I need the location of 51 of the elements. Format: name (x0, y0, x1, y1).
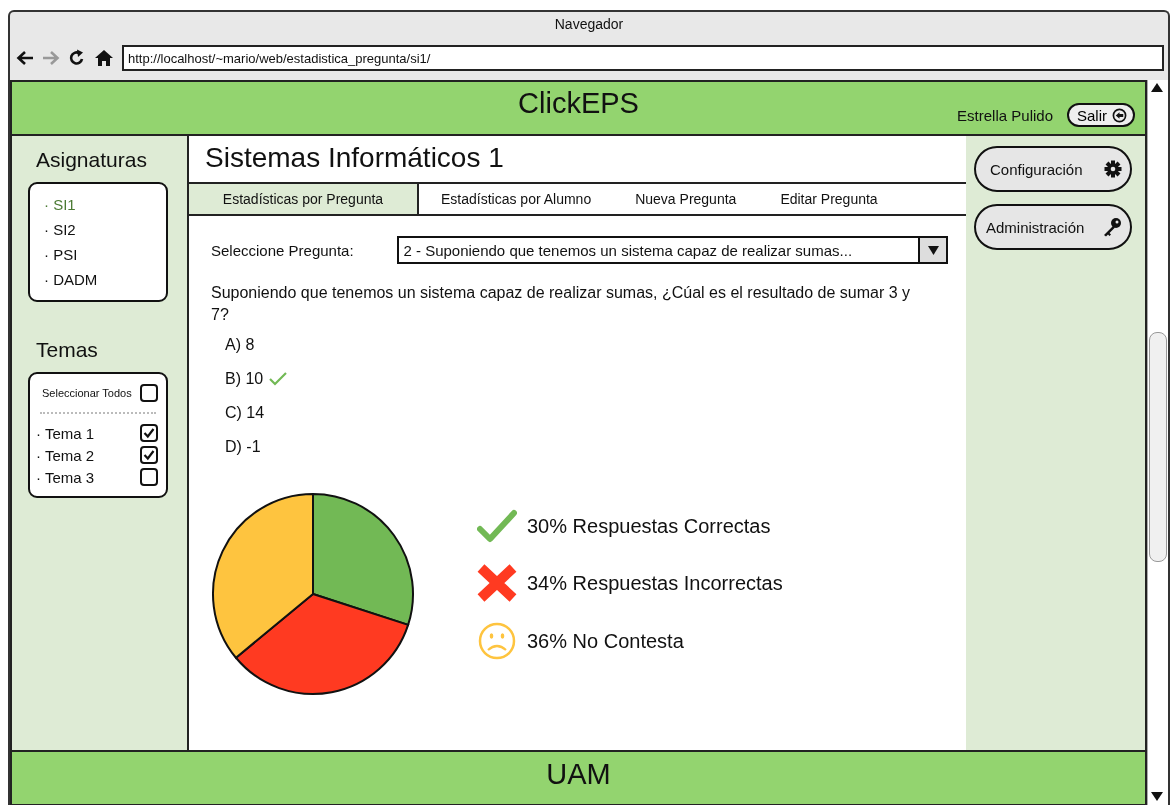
legend-label: 30% Respuestas Correctas (527, 514, 771, 538)
cross-icon (477, 564, 517, 602)
legend-label: 36% No Contesta (527, 629, 684, 653)
dropdown-arrow-icon (927, 245, 939, 255)
answer-option: C) 14 (225, 404, 265, 422)
subject-link[interactable]: · DADM (30, 267, 166, 292)
address-field[interactable]: http://localhost/~mario/web/estadistica_pregunta/si1/ (122, 45, 1164, 71)
scroll-up-icon[interactable] (1151, 83, 1163, 93)
checkbox[interactable] (140, 468, 158, 486)
question-dropdown[interactable]: 2 - Suponiendo que tenemos un sistema capaz de realizar sumas... (397, 236, 948, 264)
checkbox[interactable] (140, 384, 158, 402)
subject-link[interactable]: · SI2 (30, 217, 166, 242)
window-title: Navegador (554, 16, 624, 32)
topic-label: · Tema 3 (36, 468, 95, 486)
tab[interactable]: Estadísticas por Alumno (419, 184, 614, 214)
check-icon (477, 508, 517, 544)
select-all-label: Seleccionar Todos (41, 387, 132, 399)
sad-face-icon (477, 622, 517, 660)
user-name: Estrella Pulido (957, 106, 1053, 124)
answer-option: D) -1 (225, 438, 261, 456)
section-heading: Temas (36, 338, 99, 362)
subject-link[interactable]: · SI1 (30, 192, 166, 217)
section-heading: Asignaturas (36, 148, 148, 172)
logout-button[interactable]: Salir (1067, 103, 1135, 127)
footer-text: UAM (546, 758, 611, 792)
checkbox[interactable] (140, 424, 158, 442)
tab[interactable]: Editar Pregunta (758, 184, 900, 214)
select-label: Seleccione Pregunta: (211, 241, 355, 259)
home-icon[interactable] (94, 49, 114, 67)
logout-icon (1112, 107, 1127, 123)
tab[interactable]: Estadísticas por Pregunta (189, 184, 419, 214)
menu-button[interactable]: Administración (974, 204, 1132, 250)
settings-icon (1104, 160, 1122, 178)
page-title: Sistemas Informáticos 1 (204, 141, 505, 175)
legend-label: 34% Respuestas Incorrectas (527, 571, 783, 595)
back-icon[interactable] (16, 50, 34, 66)
answer-option: A) 8 (225, 336, 255, 354)
topic-label: · Tema 1 (36, 424, 95, 442)
reload-icon[interactable] (68, 49, 86, 67)
scroll-down-icon[interactable] (1151, 792, 1163, 802)
scrollbar[interactable] (1147, 80, 1168, 805)
question-text: Suponiendo que tenemos un sistema capaz de realizar sumas, ¿Cúal es el resultado de sumar 3 y 7? (211, 283, 912, 325)
key-icon (1102, 217, 1122, 237)
site-title: ClickEPS (518, 86, 639, 120)
tab[interactable]: Nueva Pregunta (613, 184, 759, 214)
subject-link[interactable]: · PSI (30, 242, 166, 267)
topic-label: · Tema 2 (36, 446, 95, 464)
answer-option: B) 10 (225, 370, 264, 388)
check-icon (269, 372, 288, 386)
checkbox[interactable] (140, 446, 158, 464)
menu-button[interactable]: Configuración (974, 146, 1132, 192)
